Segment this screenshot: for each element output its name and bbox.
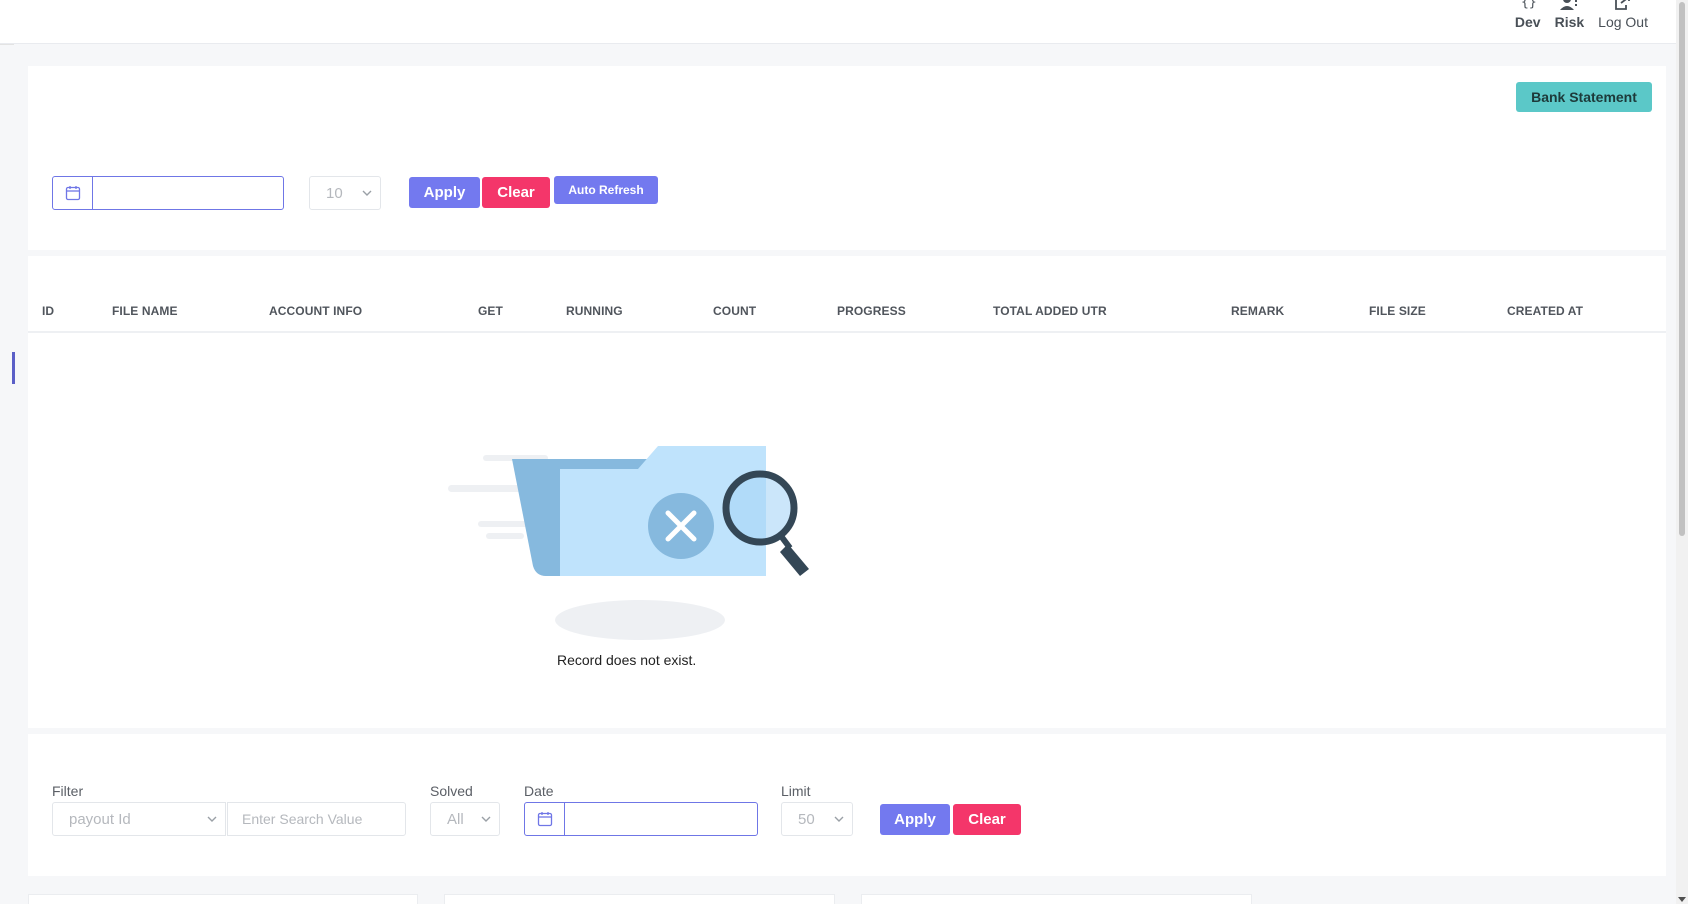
svg-text:{}: {} [1521,0,1537,10]
statement-apply-button[interactable]: Apply [409,177,480,208]
scroll-down-arrow-icon[interactable] [1678,897,1686,902]
calendar-icon [525,803,565,835]
sidebar-active-marker [12,352,15,384]
logout-icon [1615,0,1630,10]
chevron-down-icon [481,816,491,822]
summary-card [28,894,418,904]
statement-limit-value: 10 [326,184,343,202]
chevron-down-icon [207,816,217,822]
calendar-icon [53,177,93,209]
payout-limit-select[interactable]: 50 [781,802,853,836]
nav-risk-label: Risk [1554,14,1585,30]
date-label: Date [524,783,554,799]
table-header: ID FILE NAME ACCOUNT INFO GET RUNNING CO… [28,256,1666,333]
summary-card [861,894,1252,904]
payout-clear-button[interactable]: Clear [953,804,1021,835]
nav-logout-label: Log Out [1598,14,1648,30]
nav-dev[interactable]: {} Dev [1515,0,1541,30]
vertical-scrollbar[interactable] [1676,0,1688,904]
empty-state-text: Record does not exist. [557,652,697,668]
summary-card [444,894,835,904]
filter-label: Filter [52,783,84,799]
limit-label: Limit [781,783,811,799]
payout-filter-card: Filter payout Id Solved All Date Limit 5… [28,734,1666,876]
nav-dev-label: Dev [1514,14,1541,30]
search-value-input[interactable] [227,802,406,836]
solved-label: Solved [430,783,473,799]
payout-date-input[interactable] [565,803,757,835]
payout-date-range[interactable] [524,802,758,836]
column-header-total-added-utr[interactable]: TOTAL ADDED UTR [993,304,1107,318]
sidebar-divider [0,44,14,45]
chevron-down-icon [362,190,372,196]
statement-limit-select[interactable]: 10 [309,176,381,210]
bank-statement-button[interactable]: Bank Statement [1516,82,1652,112]
statement-table-card: ID FILE NAME ACCOUNT INFO GET RUNNING CO… [28,256,1666,728]
chevron-down-icon [834,816,844,822]
nav-risk[interactable]: Risk [1554,0,1585,30]
statement-date-range[interactable] [52,176,284,210]
nav-logout[interactable]: Log Out [1598,0,1648,30]
column-header-file-size[interactable]: FILE SIZE [1369,304,1426,318]
payout-limit-value: 50 [798,810,815,828]
top-bar: {} Dev Risk Log Out [0,0,1676,44]
auto-refresh-button[interactable]: Auto Refresh [554,176,658,204]
solved-select[interactable]: All [430,802,500,836]
solved-value: All [447,810,464,828]
column-header-get[interactable]: GET [478,304,503,318]
user-alert-icon [1560,0,1578,10]
filter-field-value: payout Id [69,810,131,828]
statement-filter-card: Bank Statement 10 Apply Clear Auto Refre… [28,66,1666,250]
column-header-created-at[interactable]: CREATED AT [1507,304,1583,318]
column-header-remark[interactable]: REMARK [1231,304,1284,318]
top-nav: {} Dev Risk Log Out [1515,0,1648,30]
filter-field-select[interactable]: payout Id [52,802,226,836]
payout-apply-button[interactable]: Apply [880,804,950,835]
empty-folder-search-illustration [448,446,809,640]
column-header-progress[interactable]: PROGRESS [837,304,906,318]
code-braces-icon: {} [1521,0,1537,10]
statement-clear-button[interactable]: Clear [482,177,550,208]
column-header-running[interactable]: RUNNING [566,304,623,318]
scrollbar-thumb[interactable] [1679,2,1685,536]
column-header-file-name[interactable]: FILE NAME [112,304,178,318]
column-header-account-info[interactable]: ACCOUNT INFO [269,304,362,318]
column-header-count[interactable]: COUNT [713,304,756,318]
column-header-id[interactable]: ID [42,304,54,318]
statement-date-input[interactable] [93,177,283,209]
